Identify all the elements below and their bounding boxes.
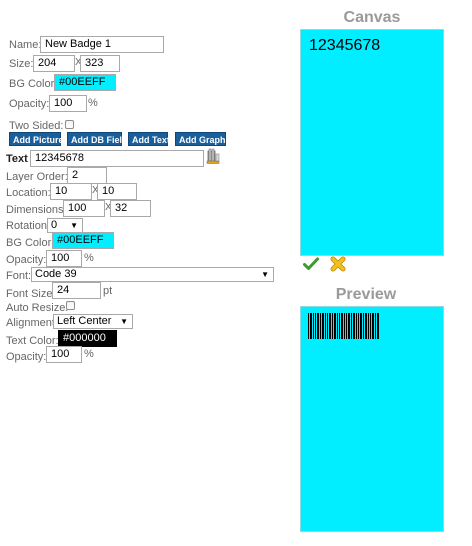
font-size-unit: pt [103,285,113,297]
checkmark-icon[interactable] [303,257,319,271]
preview-title: Preview [335,286,397,303]
two-sided-checkbox[interactable] [65,120,74,129]
font-value: Code 39 [35,268,77,280]
layer-order-label: Layer Order: [6,171,68,183]
name-label: Name: [9,39,42,51]
add-graphic-button[interactable]: Add Graphic [175,132,233,146]
text-opacity-label: Opacity: [6,351,47,363]
opacity-unit: % [88,97,98,109]
add-db-field-button[interactable]: Add DB Field [67,132,128,146]
font-size-label: Font Size: [6,288,56,300]
size-height-input[interactable]: 323 [80,55,120,72]
layer-opacity-input[interactable]: 100 [46,250,82,267]
add-picture-button[interactable]: Add Picture [9,132,64,146]
text-color-input[interactable]: #000000 [58,330,117,347]
size-width-input[interactable]: 204 [33,55,75,72]
database-icon[interactable] [206,148,220,164]
layer-bg-color-label: BG Color: [6,237,55,249]
chevron-down-icon: ▼ [70,221,78,230]
layer-text-input[interactable]: 12345678 [30,150,204,167]
opacity-input[interactable]: 100 [49,95,87,112]
layer-opacity-label: Opacity: [6,254,47,266]
font-select[interactable]: Code 39 ▼ [31,267,274,282]
add-text-button[interactable]: Add Text [128,132,170,146]
auto-resize-checkbox[interactable] [66,301,75,310]
alignment-select[interactable]: Left Center ▼ [53,314,133,329]
chevron-down-icon: ▼ [120,317,128,326]
alignment-label: Alignment: [6,317,58,329]
rotation-select[interactable]: 0 ▼ [47,218,83,233]
canvas-text-layer[interactable]: 12345678 [309,37,380,55]
canvas-area[interactable]: 12345678 [300,29,444,256]
rotation-value: 0 [51,219,58,231]
rotation-label: Rotation: [6,220,51,232]
font-label: Font: [6,270,32,282]
x-icon[interactable] [330,256,346,272]
opacity-label: Opacity: [9,98,50,110]
location-x-input[interactable]: 10 [50,183,92,200]
bg-color-label: BG Color: [9,78,58,90]
location-label: Location: [6,187,51,199]
size-label: Size: [9,58,34,70]
location-y-input[interactable]: 10 [97,183,137,200]
dimensions-label: Dimensions: [6,204,67,216]
bg-color-input[interactable]: #00EEFF [54,74,116,91]
layer-order-input[interactable]: 2 [67,167,107,184]
barcode-image [308,313,379,339]
layer-opacity-unit: % [84,252,94,264]
text-opacity-unit: % [84,348,94,360]
preview-area [300,306,444,532]
layer-type-label: Text [6,153,28,165]
chevron-down-icon: ▼ [261,270,269,279]
dimensions-height-input[interactable]: 32 [110,200,151,217]
auto-resize-label: Auto Resize: [6,302,69,314]
dimensions-width-input[interactable]: 100 [63,200,105,217]
name-input[interactable]: New Badge 1 [40,36,164,53]
font-size-input[interactable]: 24 [52,282,101,299]
layer-bg-color-input[interactable]: #00EEFF [52,232,114,249]
text-opacity-input[interactable]: 100 [46,346,82,363]
two-sided-label: Two Sided: [9,120,64,132]
alignment-value: Left Center [57,315,112,327]
canvas-title: Canvas [343,9,401,26]
